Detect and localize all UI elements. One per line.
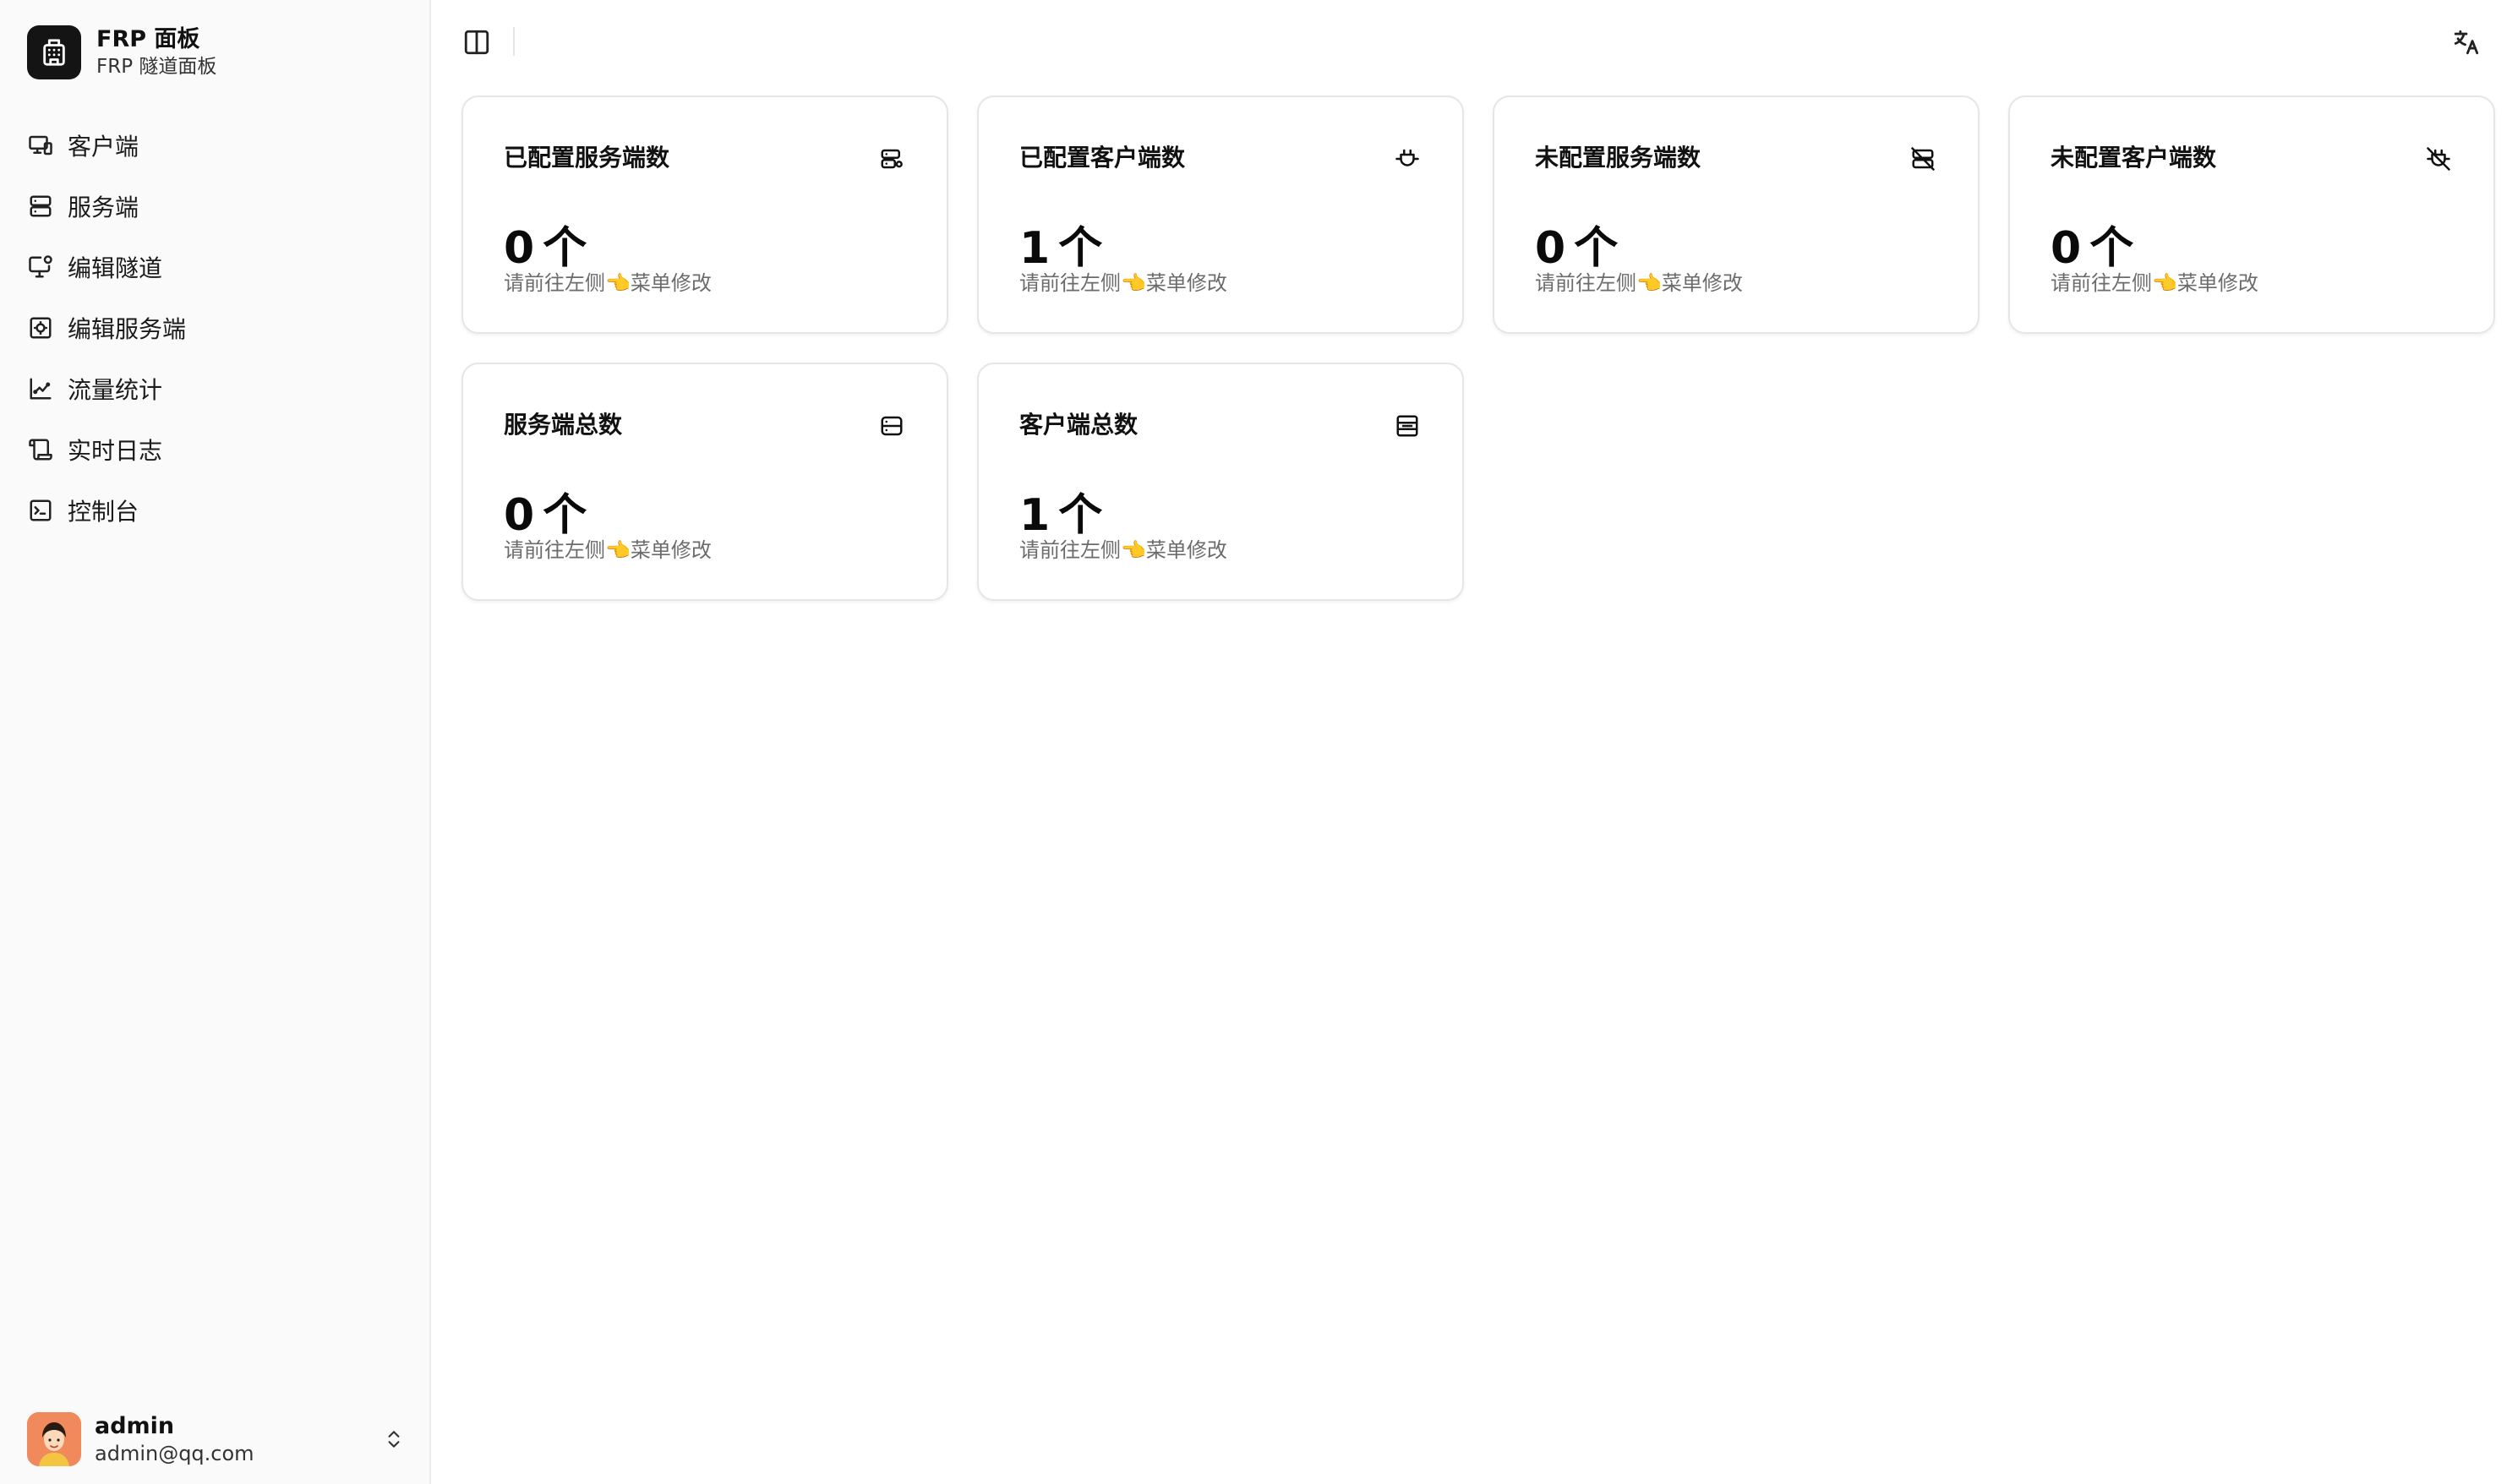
monitor-edit-icon: [27, 254, 54, 281]
server-icon: [877, 412, 906, 440]
card-hint: 请前往左侧👈菜单修改: [1019, 271, 1227, 295]
sidebar-item-label: 编辑隧道: [68, 254, 163, 282]
stats-grid: 已配置服务端数 0 个 请前往左侧👈菜单修改 已配置客户端数 1 个 请前往左侧…: [461, 95, 2495, 601]
sidebar-item-edit-server[interactable]: 编辑服务端: [12, 297, 418, 358]
stat-card: 未配置服务端数 0 个 请前往左侧👈菜单修改: [1493, 95, 1980, 334]
sidebar-toggle-button[interactable]: [460, 25, 494, 59]
card-hint: 请前往左侧👈菜单修改: [1019, 538, 1227, 562]
user-menu[interactable]: admin admin@qq.com: [27, 1411, 407, 1467]
sidebar-item-label: 客户端: [68, 133, 139, 161]
stat-card: 客户端总数 1 个 请前往左侧👈菜单修改: [977, 363, 1464, 601]
sidebar-item-realtime-log[interactable]: 实时日志: [12, 419, 418, 480]
sidebar-item-console[interactable]: 控制台: [12, 480, 418, 541]
card-hint: 请前往左侧👈菜单修改: [2051, 271, 2258, 295]
scroll-icon: [27, 436, 54, 463]
server-icon: [27, 193, 54, 220]
card-title: 已配置服务端数: [504, 144, 670, 172]
brand-title: FRP 面板: [96, 26, 200, 52]
server-cog-icon: [877, 145, 906, 173]
brand-subtitle: FRP 隧道面板: [96, 56, 217, 78]
user-name: admin: [95, 1413, 175, 1439]
sidebar-item-servers[interactable]: 服务端: [12, 176, 418, 237]
language-button[interactable]: [2448, 24, 2485, 61]
user-email: admin@qq.com: [95, 1442, 254, 1465]
stat-card: 已配置客户端数 1 个 请前往左侧👈菜单修改: [977, 95, 1464, 334]
list-box-icon: [1393, 412, 1422, 440]
sidebar-item-edit-tunnel[interactable]: 编辑隧道: [12, 237, 418, 297]
card-title: 已配置客户端数: [1019, 144, 1186, 172]
sidebar-nav: 客户端 服务端 编辑隧道 编辑服务端 流量统计 实时日志 控制台: [12, 115, 418, 541]
sidebar-item-label: 编辑服务端: [68, 315, 187, 343]
card-hint: 请前往左侧👈菜单修改: [1535, 271, 1743, 295]
sidebar-item-traffic-stats[interactable]: 流量统计: [12, 358, 418, 419]
monitor-icon: [27, 132, 54, 159]
card-title: 客户端总数: [1019, 411, 1139, 439]
sidebar-item-label: 流量统计: [68, 376, 163, 404]
translate-icon: [2452, 28, 2481, 57]
panel-left-icon: [462, 28, 491, 57]
card-title: 未配置客户端数: [2051, 144, 2217, 172]
sidebar-item-label: 实时日志: [68, 437, 163, 465]
server-off-icon: [1909, 145, 1937, 173]
topbar-divider: [513, 27, 515, 56]
sidebar: FRP 面板 FRP 隧道面板 客户端 服务端 编辑隧道 编辑服务端 流量统计 …: [0, 0, 431, 1484]
stat-card: 服务端总数 0 个 请前往左侧👈菜单修改: [461, 363, 948, 601]
sidebar-item-label: 控制台: [68, 498, 139, 526]
server-cog-icon: [27, 314, 54, 341]
card-hint: 请前往左侧👈菜单修改: [504, 271, 712, 295]
stat-card: 未配置客户端数 0 个 请前往左侧👈菜单修改: [2008, 95, 2495, 334]
brand[interactable]: FRP 面板 FRP 隧道面板: [27, 25, 216, 79]
chevrons-up-down-icon[interactable]: [380, 1426, 407, 1453]
card-hint: 请前往左侧👈菜单修改: [504, 538, 712, 562]
sidebar-item-clients[interactable]: 客户端: [12, 115, 418, 176]
avatar: [27, 1412, 81, 1466]
plug-icon: [1393, 145, 1422, 173]
card-title: 未配置服务端数: [1535, 144, 1701, 172]
chart-icon: [27, 375, 54, 402]
card-title: 服务端总数: [504, 411, 623, 439]
sidebar-item-label: 服务端: [68, 194, 139, 221]
terminal-icon: [27, 497, 54, 524]
building-icon: [27, 25, 81, 79]
stat-card: 已配置服务端数 0 个 请前往左侧👈菜单修改: [461, 95, 948, 334]
plug-off-icon: [2424, 145, 2453, 173]
